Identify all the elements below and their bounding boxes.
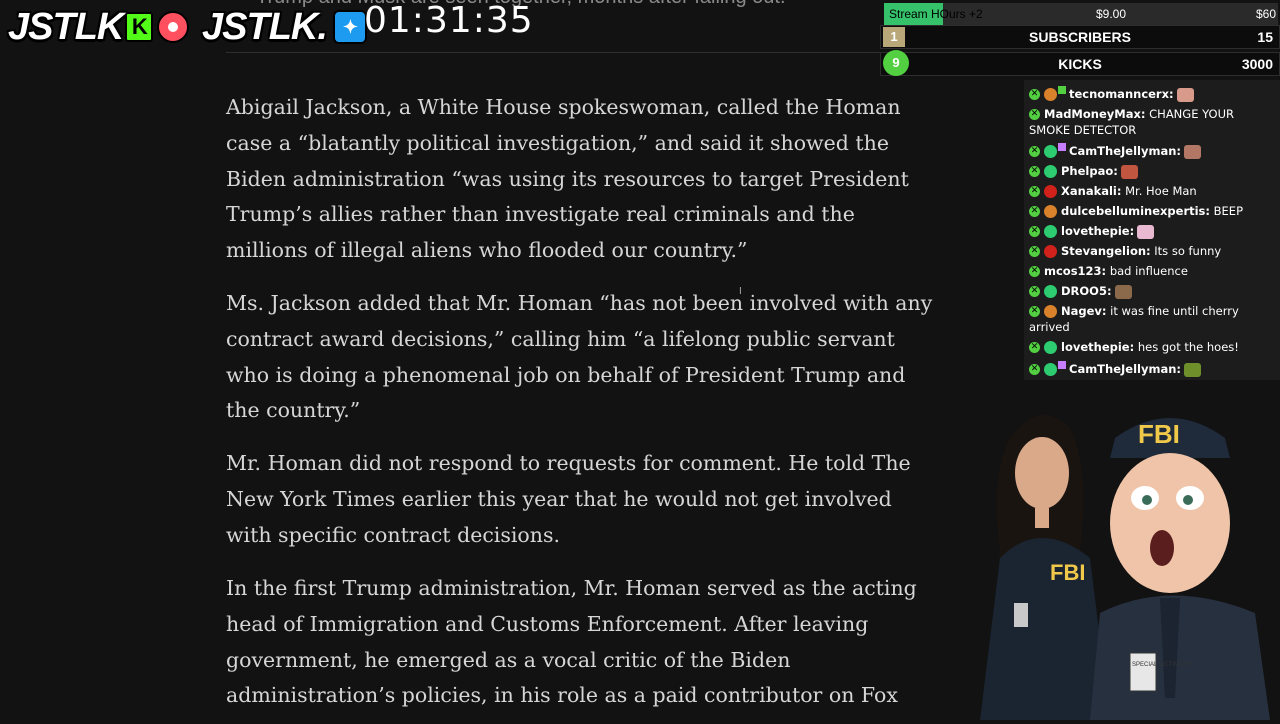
chat-message: ✕ lovethepie: <box>1029 223 1277 239</box>
user-avatar <box>1044 145 1057 158</box>
subscriber-badge-icon <box>1058 361 1066 369</box>
subscribers-count: 15 <box>1257 29 1273 45</box>
chat-emote <box>1176 87 1194 102</box>
moderator-badge-icon[interactable]: ✕ <box>1029 266 1040 277</box>
chat-message: ✕ MadMoneyMax: CHANGE YOUR SMOKE DETECTOR <box>1029 106 1277 138</box>
user-avatar <box>1044 341 1057 354</box>
chat-message: ✕ DROO5: <box>1029 283 1277 299</box>
chat-text: Its so funny <box>1154 244 1222 258</box>
user-avatar <box>1044 363 1057 376</box>
chat-emote <box>1184 144 1202 159</box>
woman-avatar: FBI <box>980 415 1110 720</box>
chat-username[interactable]: CamTheJellyman: <box>1069 362 1181 376</box>
chat-emote <box>1114 284 1132 299</box>
twitter-bird-icon: ✦ <box>332 10 367 44</box>
subscriber-badge-icon <box>1058 143 1066 151</box>
kicks-goal: 9 KICKS 3000 <box>880 50 1280 76</box>
article-content: Trump and Musk are seen together, months… <box>226 0 936 720</box>
chat-username[interactable]: Xanakali: <box>1061 184 1121 198</box>
chat-username[interactable]: lovethepie: <box>1061 224 1134 238</box>
record-icon <box>157 11 190 43</box>
chat-text: BEEP <box>1213 204 1244 218</box>
lanyard-text: SPECIAL VICTIMS FBI <box>1132 662 1194 668</box>
channel-logo-twitter: JSTLK. ✦ <box>202 6 367 48</box>
user-avatar <box>1044 185 1057 198</box>
kicks-title: KICKS <box>1058 56 1102 72</box>
moderator-badge-icon[interactable]: ✕ <box>1029 89 1040 100</box>
chat-username[interactable]: lovethepie: <box>1061 340 1134 354</box>
chat-username[interactable]: Stevangelion: <box>1061 244 1151 258</box>
chat-username[interactable]: MadMoneyMax: <box>1044 107 1145 121</box>
chat-text: Mr. Hoe Man <box>1125 184 1197 198</box>
fbi-cartoon-characters: FBI FBI SPECIAL VICTIMS FBI <box>980 415 1270 720</box>
chat-text: bad influence <box>1109 264 1188 278</box>
article-paragraph-4: In the first Trump administration, Mr. H… <box>226 576 917 708</box>
subscribers-goal: 1 SUBSCRIBERS 15 <box>880 25 1280 49</box>
subscribers-title: SUBSCRIBERS <box>1029 29 1131 45</box>
chat-text: hes got the hoes! <box>1137 340 1239 354</box>
chat-message: ✕ Stevangelion: Its so funny <box>1029 243 1277 259</box>
moderator-badge-icon[interactable]: ✕ <box>1029 186 1040 197</box>
user-avatar <box>1044 305 1057 318</box>
fbi-cap-text: FBI <box>1138 419 1180 449</box>
user-avatar <box>1044 165 1057 178</box>
man-avatar: FBI SPECIAL VICTIMS FBI <box>1090 418 1270 720</box>
chat-message: ✕ CamTheJellyman: <box>1029 361 1277 377</box>
article-paragraph-1: Abigail Jackson, a White House spokeswom… <box>226 95 909 263</box>
chat-message: ✕ mcos123: bad influence <box>1029 263 1277 279</box>
goal-current: $9.00 <box>1096 7 1127 21</box>
fbi-badge-text: FBI <box>1050 560 1085 585</box>
article-paragraph-3: Mr. Homan did not respond to requests fo… <box>226 451 911 547</box>
chat-emote <box>1184 362 1202 377</box>
moderator-badge-icon[interactable]: ✕ <box>1029 364 1040 375</box>
moderator-badge-icon[interactable]: ✕ <box>1029 146 1040 157</box>
moderator-badge-icon[interactable]: ✕ <box>1029 306 1040 317</box>
subscriber-badge-icon <box>1058 86 1066 94</box>
moderator-badge-icon[interactable]: ✕ <box>1029 109 1040 120</box>
user-avatar <box>1044 88 1057 101</box>
user-avatar <box>1044 245 1057 258</box>
moderator-badge-icon[interactable]: ✕ <box>1029 342 1040 353</box>
stream-timer: 01:31:35 <box>364 0 534 41</box>
logo-text-suffix: . <box>317 5 328 48</box>
user-avatar <box>1044 285 1057 298</box>
chat-panel: ✕ tecnomanncerx: ✕ MadMoneyMax: CHANGE YOUR… <box>1024 80 1280 380</box>
chat-username[interactable]: Phelpao: <box>1061 164 1118 178</box>
chat-username[interactable]: CamTheJellyman: <box>1069 144 1181 158</box>
streamer-avatars: FBI FBI SPECIAL VICTIMS FBI <box>980 398 1280 720</box>
kicks-count: 3000 <box>1241 56 1273 72</box>
chat-message: ✕ Phelpao: <box>1029 163 1277 179</box>
kick-icon: K <box>125 12 154 42</box>
moderator-badge-icon[interactable]: ✕ <box>1029 286 1040 297</box>
chat-username[interactable]: dulcebelluminexpertis: <box>1061 204 1210 218</box>
chat-message: ✕ lovethepie: hes got the hoes! <box>1029 339 1277 355</box>
text-cursor-icon: I <box>739 286 742 297</box>
logo-text: JSTLK <box>202 5 318 48</box>
chat-message: ✕ CamTheJellyman: <box>1029 143 1277 159</box>
logo-text: JSTLK <box>8 5 124 48</box>
divider <box>226 52 926 53</box>
moderator-badge-icon[interactable]: ✕ <box>1029 206 1040 217</box>
chat-username[interactable]: Nagev: <box>1061 304 1107 318</box>
channel-logo-kick: JSTLK K <box>8 5 190 48</box>
article-paragraph-2: Ms. Jackson added that Mr. Homan “has no… <box>226 291 933 423</box>
goal-target: $60 <box>1255 7 1276 21</box>
chat-username[interactable]: tecnomanncerx: <box>1069 87 1174 101</box>
lanyard-id-card <box>1129 652 1157 692</box>
user-avatar <box>1044 225 1057 238</box>
chat-message: ✕ Xanakali: Mr. Hoe Man <box>1029 183 1277 199</box>
chat-username[interactable]: DROO5: <box>1061 284 1112 298</box>
chat-emote <box>1137 224 1155 239</box>
moderator-badge-icon[interactable]: ✕ <box>1029 226 1040 237</box>
user-avatar <box>1044 205 1057 218</box>
stream-hours-goal: Stream HOurs +2 $9.00 $60 <box>884 3 1278 25</box>
chat-message: ✕ tecnomanncerx: <box>1029 86 1277 102</box>
chat-emote <box>1120 164 1138 179</box>
chat-message: ✕ Nagev: it was fine until cherry arrived <box>1029 303 1277 335</box>
chat-username[interactable]: mcos123: <box>1044 264 1106 278</box>
chat-message: ✕ dulcebelluminexpertis: BEEP <box>1029 203 1277 219</box>
moderator-badge-icon[interactable]: ✕ <box>1029 246 1040 257</box>
moderator-badge-icon[interactable]: ✕ <box>1029 166 1040 177</box>
goal-label: Stream HOurs +2 <box>889 7 983 21</box>
